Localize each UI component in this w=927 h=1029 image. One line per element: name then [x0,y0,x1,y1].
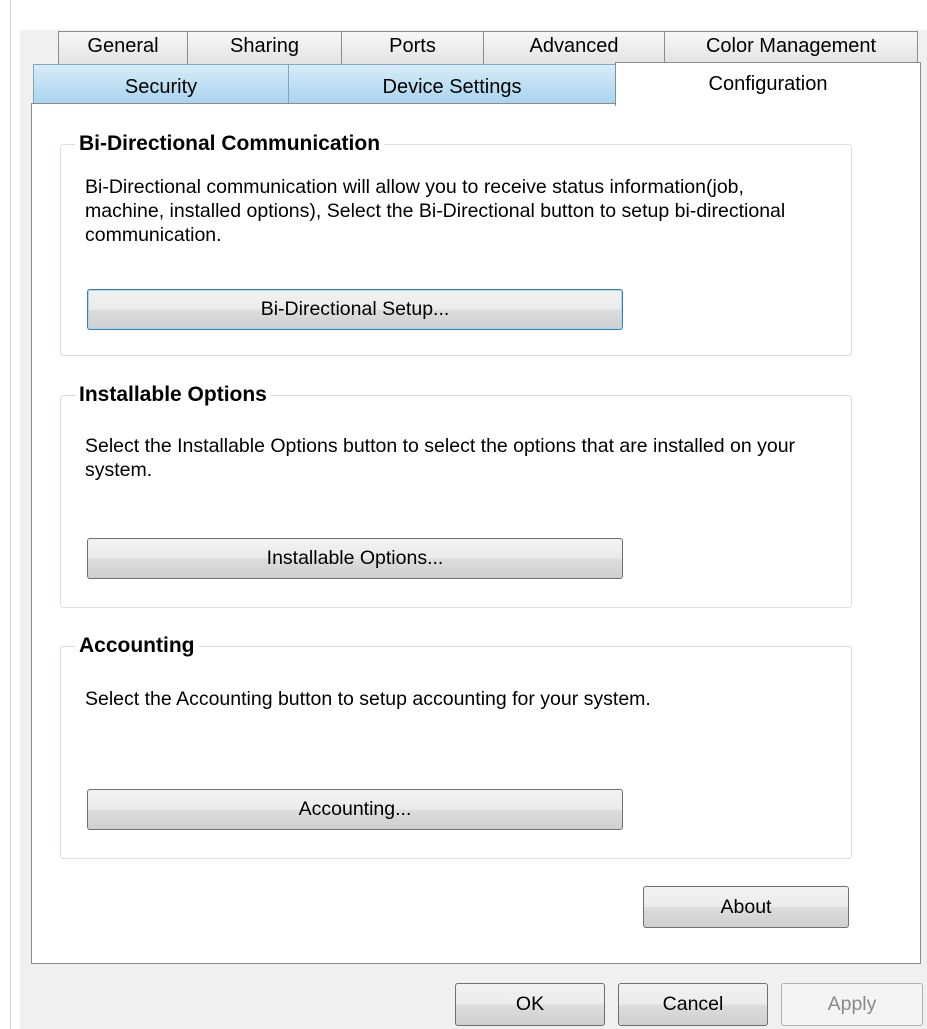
tab-general[interactable]: General [58,31,188,64]
bidirectional-setup-button[interactable]: Bi-Directional Setup... [87,289,623,330]
window-top-strip [0,0,927,30]
apply-button[interactable]: Apply [781,983,923,1026]
accounting-group-title: Accounting [75,633,199,659]
bidirectional-group: Bi-Directional Communication Bi-Directio… [60,131,852,356]
bidirectional-group-title: Bi-Directional Communication [75,131,385,157]
cancel-button[interactable]: Cancel [618,983,768,1026]
installable-options-button[interactable]: Installable Options... [87,538,623,579]
installable-options-description: Select the Installable Options button to… [85,435,796,481]
accounting-description: Select the Accounting button to setup ac… [85,688,651,710]
window-left-edge [10,0,11,1029]
tab-configuration[interactable]: Configuration [615,62,921,106]
accounting-button[interactable]: Accounting... [87,789,623,830]
about-button[interactable]: About [643,886,849,928]
tab-advanced[interactable]: Advanced [483,31,665,64]
ok-button[interactable]: OK [455,983,605,1026]
tab-security[interactable]: Security [33,64,289,104]
installable-options-group-title: Installable Options [75,382,271,408]
installable-options-group: Installable Options Select the Installab… [60,382,852,608]
tab-device-settings[interactable]: Device Settings [288,64,616,104]
accounting-group: Accounting Select the Accounting button … [60,633,852,859]
tab-color-management[interactable]: Color Management [664,31,918,64]
tab-sharing[interactable]: Sharing [187,31,342,64]
tab-ports[interactable]: Ports [341,31,484,64]
bidirectional-description: Bi-Directional communication will allow … [85,176,786,246]
configuration-panel: Bi-Directional Communication Bi-Directio… [31,103,921,964]
